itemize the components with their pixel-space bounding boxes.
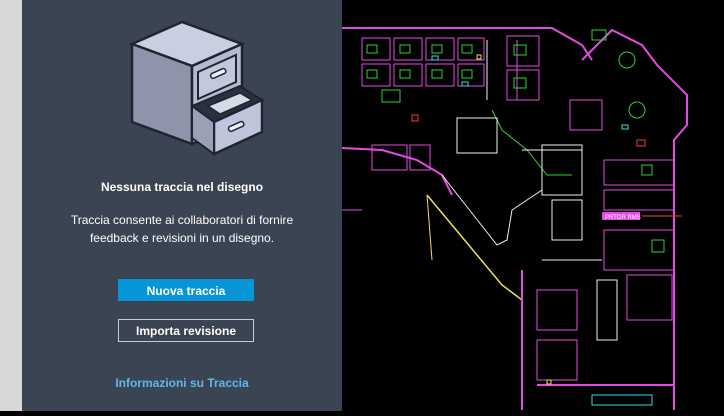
room-label: PRTOR RMS [605,215,641,221]
floor-plan-drawing: PRTOR RMS [341,27,688,410]
left-toolbar-strip [0,0,22,411]
new-trace-button[interactable]: Nuova traccia [118,279,254,301]
trace-info-link[interactable]: Informazioni su Traccia [22,376,342,390]
file-cabinet-icon [128,20,265,156]
panel-title: Nessuna traccia nel disegno [100,180,264,194]
drawing-canvas[interactable]: PRTOR RMS [341,0,724,411]
import-revision-button[interactable]: Importa revisione [118,319,254,342]
panel-description: Traccia consente ai collaboratori di for… [70,213,294,245]
trace-panel: Nessuna traccia nel disegno Traccia cons… [22,0,342,411]
